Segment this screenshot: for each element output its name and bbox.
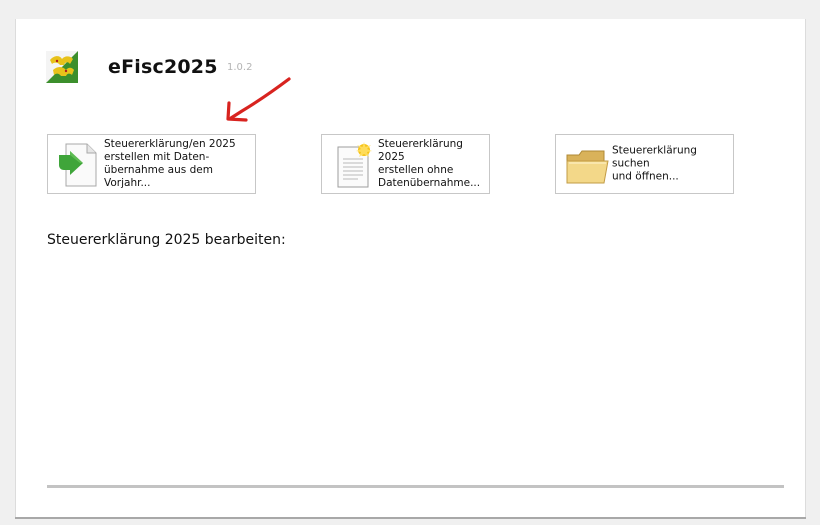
document-import-green-arrow-icon bbox=[59, 143, 97, 187]
open-folder-icon bbox=[566, 150, 609, 184]
search-open-label: Steuererklärung suchen und öffnen... bbox=[612, 144, 697, 183]
section-heading: Steuererklärung 2025 bearbeiten: bbox=[47, 232, 286, 248]
new-document-icon bbox=[337, 142, 372, 188]
create-without-import-button[interactable]: Steuererklärung 2025 erstellen ohne Date… bbox=[321, 134, 490, 194]
create-without-import-label: Steuererklärung 2025 erstellen ohne Date… bbox=[378, 138, 481, 189]
create-with-import-button[interactable]: Steuererklärung/en 2025 erstellen mit Da… bbox=[47, 134, 256, 194]
coat-of-arms-logo-icon bbox=[46, 51, 78, 83]
window-bottom-border bbox=[15, 517, 806, 519]
create-with-import-label: Steuererklärung/en 2025 erstellen mit Da… bbox=[104, 138, 236, 189]
annotation-arrow-icon bbox=[226, 77, 291, 122]
app-version: 1.0.2 bbox=[227, 62, 253, 73]
app-title: eFisc2025 bbox=[108, 56, 218, 78]
search-open-button[interactable]: Steuererklärung suchen und öffnen... bbox=[555, 134, 734, 194]
separator-line bbox=[47, 485, 784, 488]
main-window bbox=[15, 19, 806, 519]
